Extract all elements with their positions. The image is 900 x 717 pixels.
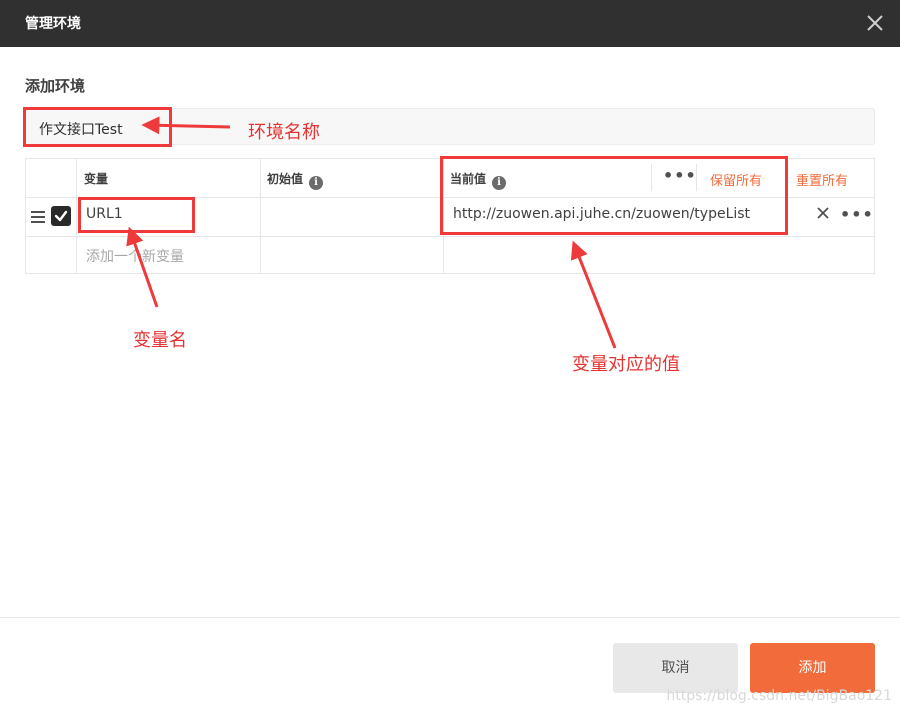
add-button[interactable]: 添加	[750, 643, 875, 693]
drag-handle-icon[interactable]	[31, 211, 45, 223]
new-variable-placeholder[interactable]: 添加一个新变量	[86, 246, 184, 266]
dialog-title: 管理环境	[25, 16, 81, 32]
watermark: https://blog.csdn.net/BigBao121	[666, 688, 892, 704]
row-more-options-icon[interactable]: •••	[840, 207, 874, 223]
section-title: 添加环境	[25, 77, 86, 95]
header-initial-value: 初始值 i	[267, 170, 324, 190]
column-divider	[260, 159, 261, 273]
info-icon[interactable]: i	[309, 176, 324, 190]
column-divider	[76, 159, 77, 273]
delete-row-icon[interactable]	[816, 206, 830, 220]
header-variable: 变量	[84, 172, 109, 186]
annotation-box-current-value	[440, 156, 788, 235]
reset-all-button[interactable]: 重置所有	[796, 170, 848, 189]
row-enabled-checkbox[interactable]	[51, 206, 71, 226]
annotation-env-name: 环境名称	[248, 122, 320, 143]
footer-divider	[0, 617, 900, 618]
dialog-titlebar: 管理环境	[0, 0, 900, 47]
annotation-variable-value: 变量对应的值	[572, 354, 680, 375]
cancel-button[interactable]: 取消	[613, 643, 738, 693]
annotation-box-variable	[78, 197, 195, 233]
row-divider	[26, 236, 874, 237]
close-icon[interactable]	[864, 12, 886, 34]
annotation-variable-name: 变量名	[133, 330, 187, 351]
annotation-box-env-name	[23, 107, 172, 147]
header-initial-label: 初始值	[267, 172, 304, 186]
